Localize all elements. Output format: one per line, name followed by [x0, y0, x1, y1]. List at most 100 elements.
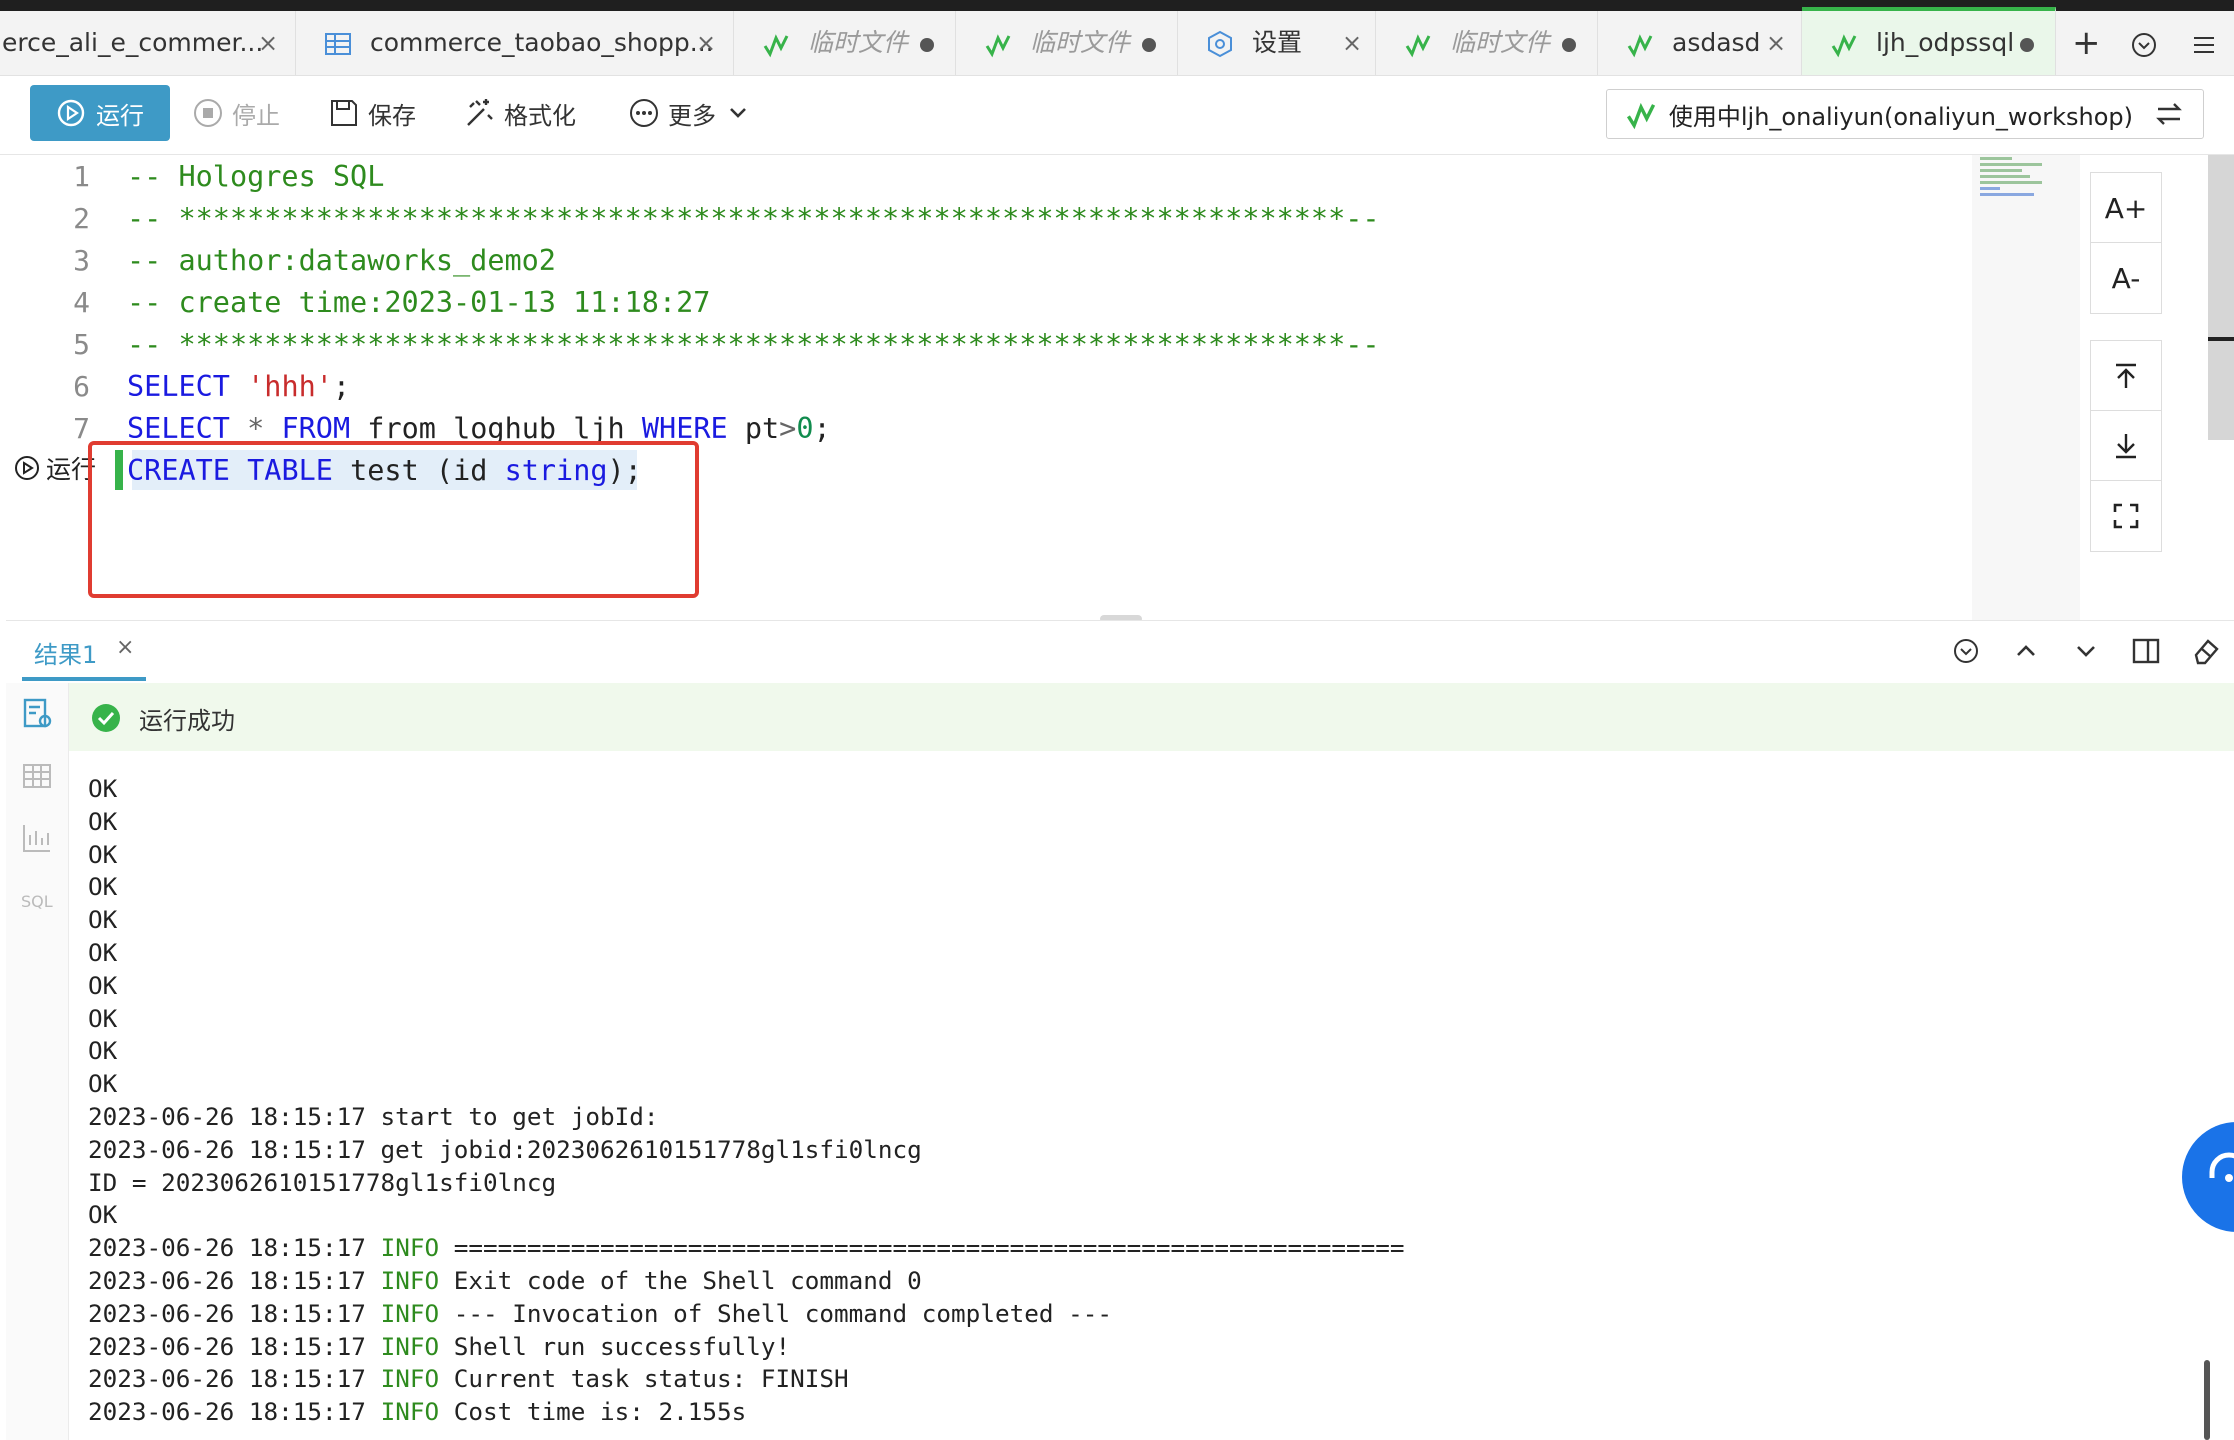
tab-close-icon[interactable]: × [1766, 27, 1786, 59]
tab-asdasd[interactable]: asdasd × [1598, 11, 1802, 75]
tab-result-1[interactable]: 结果1 [34, 635, 97, 670]
node-icon [1831, 34, 1857, 58]
tab-ljh-odpssql[interactable]: ljh_odpssql [1802, 7, 2056, 75]
log-line: OK [88, 1200, 118, 1230]
node-icon [763, 34, 789, 58]
line-number: 4 [73, 286, 90, 319]
menu-icon[interactable] [2190, 31, 2218, 59]
save-icon [331, 100, 357, 126]
log-line: 2023-06-26 18:15:17 INFO ===============… [88, 1233, 1405, 1263]
code-line: -- author:dataworks_demo2 [127, 244, 556, 277]
split-view-icon[interactable] [2130, 635, 2162, 667]
log-line: 2023-06-26 18:15:17 INFO Exit code of th… [88, 1265, 922, 1295]
scroll-to-bottom-icon [2116, 434, 2136, 459]
settings-icon [1208, 30, 1232, 58]
font-decrease-button[interactable]: A- [2090, 242, 2162, 314]
annotation-highlight-box [88, 441, 699, 598]
tab-settings[interactable]: 设置 × [1178, 11, 1376, 75]
close-icon[interactable]: × [116, 635, 134, 660]
result-view-sidebar: SQL [6, 683, 69, 1440]
chevron-up-icon[interactable] [2010, 635, 2042, 667]
run-label: 运行 [96, 101, 144, 130]
code-line: -- *************************************… [127, 328, 1380, 361]
unsaved-dot-icon [920, 38, 934, 52]
collapse-icon[interactable] [1950, 635, 1982, 667]
active-tab-underline [22, 677, 146, 681]
stop-button[interactable]: 停止 [192, 85, 280, 141]
run-icon [15, 456, 39, 480]
log-line: 2023-06-26 18:15:17 INFO Current task st… [88, 1364, 849, 1394]
save-button[interactable]: 保存 [328, 85, 416, 141]
code-minimap[interactable] [1972, 155, 2080, 620]
log-line: OK [88, 937, 118, 967]
file-tab-bar: erce_ali_e_commer... × commerce_taobao_s… [0, 7, 2234, 76]
tab-temp-file-3[interactable]: 临时文件 [1376, 11, 1598, 75]
run-button[interactable]: 运行 [30, 85, 170, 141]
line-number: 6 [73, 370, 90, 403]
scroll-bottom-button[interactable] [2090, 410, 2162, 482]
tab-label: erce_ali_e_commer... [2, 28, 264, 57]
table-icon [325, 33, 351, 55]
editor-scrollbar[interactable] [2208, 155, 2234, 440]
eraser-icon[interactable] [2190, 635, 2222, 667]
code-line: SELECT 'hhh'; [127, 370, 351, 403]
sql-view-icon[interactable]: SQL [20, 881, 54, 915]
tab-close-icon[interactable]: × [696, 27, 716, 59]
tab-label: 临时文件 [1450, 28, 1551, 57]
tab-close-icon[interactable]: × [1342, 27, 1362, 59]
log-line: 2023-06-26 18:15:17 INFO Cost time is: 2… [88, 1397, 747, 1427]
log-line: OK [88, 806, 118, 836]
line-number: 7 [73, 412, 90, 445]
tab-label: 临时文件 [808, 28, 909, 57]
help-assistant-button[interactable] [2182, 1122, 2234, 1232]
run-status-bar: 运行成功 [69, 683, 2234, 751]
log-line: OK [88, 1069, 118, 1099]
font-increase-button[interactable]: A+ [2090, 172, 2162, 244]
table-view-icon[interactable] [20, 759, 54, 793]
unsaved-dot-icon [2020, 38, 2034, 52]
chevron-down-icon[interactable] [2070, 635, 2102, 667]
format-button[interactable]: 格式化 [464, 85, 576, 141]
unsaved-dot-icon [1562, 38, 1576, 52]
code-line: -- Hologres SQL [127, 160, 385, 193]
stop-icon [194, 99, 222, 127]
svg-text:SQL: SQL [21, 892, 53, 911]
log-line: OK [88, 970, 118, 1000]
success-check-icon [92, 704, 120, 732]
log-line: 2023-06-26 18:15:17 get jobid:2023062610… [88, 1134, 922, 1164]
save-label: 保存 [368, 101, 416, 130]
tab-temp-file-1[interactable]: 临时文件 [734, 11, 956, 75]
scroll-top-button[interactable] [2090, 340, 2162, 412]
tab-label: ljh_odpssql [1876, 28, 2015, 57]
log-scrollbar[interactable] [2204, 1360, 2210, 1440]
fullscreen-button[interactable] [2090, 480, 2162, 552]
log-line: 2023-06-26 18:15:17 start to get jobId: [88, 1101, 659, 1131]
scroll-to-top-icon [2116, 363, 2136, 388]
connection-selector[interactable]: 使用中ljh_onaliyun(onaliyun_workshop) [1605, 89, 2204, 139]
more-button[interactable]: 更多 [628, 85, 750, 141]
tab-label: commerce_taobao_shopp... [370, 28, 714, 57]
result-log-output: OK OK OK OK OK OK OK OK OK OK 2023-06-26 18:15:17 … [88, 773, 2168, 1440]
scroll-position-indicator [2208, 337, 2234, 341]
tab-close-icon[interactable]: × [258, 27, 278, 59]
log-line: OK [88, 1003, 118, 1033]
tab-label: asdasd [1672, 28, 1761, 57]
log-view-icon[interactable] [20, 697, 54, 731]
node-icon [985, 34, 1011, 58]
log-line: OK [88, 905, 118, 935]
tab-temp-file-2[interactable]: 临时文件 [956, 11, 1178, 75]
more-label: 更多 [668, 101, 716, 130]
tab-label: 设置 [1252, 28, 1303, 57]
tab-list-icon[interactable] [2130, 31, 2158, 59]
line-number: 2 [73, 202, 90, 235]
tab-erce-ali-e-commerce[interactable]: erce_ali_e_commer... × [0, 11, 296, 75]
font-increase-icon: A+ [2104, 191, 2148, 225]
log-line: ID = 2023062610151778gl1sfi0lncg [88, 1167, 557, 1197]
log-line: OK [88, 872, 118, 902]
add-tab-icon[interactable]: + [2072, 23, 2101, 63]
log-line: 2023-06-26 18:15:17 INFO --- Invocation … [88, 1298, 1112, 1328]
log-line: OK [88, 1036, 118, 1066]
chart-view-icon[interactable] [20, 821, 54, 855]
tab-commerce-taobao-shopp[interactable]: commerce_taobao_shopp... × [296, 11, 734, 75]
result-tab-bar: 结果1 × [6, 620, 2234, 684]
